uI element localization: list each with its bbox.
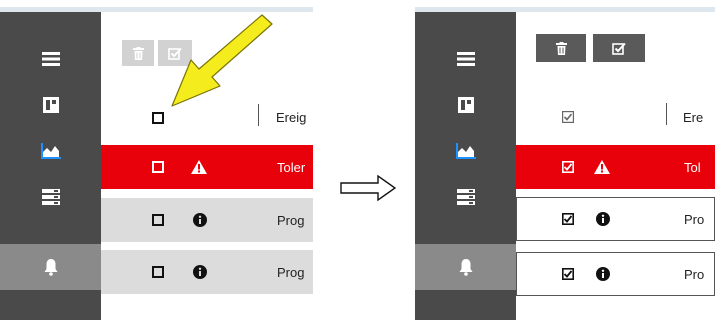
table-row[interactable]: Tol xyxy=(516,145,715,189)
info-icon xyxy=(596,267,610,281)
annotation-arrow-icon xyxy=(171,14,273,107)
menu-button[interactable] xyxy=(415,36,516,82)
row-checkbox[interactable] xyxy=(562,161,574,173)
before-screenshot: Ereig Toler Prog Prog xyxy=(0,0,313,320)
list-button[interactable] xyxy=(415,174,516,220)
after-screenshot: Ere Tol Pro Pro xyxy=(415,0,715,320)
row-event-text: Tol xyxy=(684,160,701,175)
row-event-text: Pro xyxy=(684,267,705,282)
warning-icon xyxy=(594,160,610,174)
event-column-header: Ere xyxy=(683,110,704,125)
check-all-icon xyxy=(612,42,626,55)
menu-icon xyxy=(456,52,475,66)
table-row[interactable]: Pro xyxy=(516,252,715,296)
info-icon xyxy=(596,212,610,226)
dashboard-button[interactable] xyxy=(415,82,516,128)
row-event-text: Pro xyxy=(684,212,705,227)
chart-icon xyxy=(455,143,476,159)
delete-button[interactable] xyxy=(536,34,586,62)
bell-icon xyxy=(459,259,472,276)
chart-button[interactable] xyxy=(415,128,516,174)
window-top-edge xyxy=(415,0,715,12)
check-all-button[interactable] xyxy=(593,34,645,62)
delete-icon xyxy=(555,41,567,55)
column-separator xyxy=(666,103,667,125)
dashboard-icon xyxy=(457,97,474,113)
select-all-checkbox[interactable] xyxy=(562,111,574,123)
list-icon xyxy=(456,189,475,205)
transition-arrow-icon xyxy=(340,175,396,201)
notifications-button[interactable] xyxy=(415,244,516,290)
table-row[interactable]: Pro xyxy=(516,197,715,241)
row-checkbox[interactable] xyxy=(562,213,574,225)
row-checkbox[interactable] xyxy=(562,268,574,280)
sidebar xyxy=(415,12,516,320)
